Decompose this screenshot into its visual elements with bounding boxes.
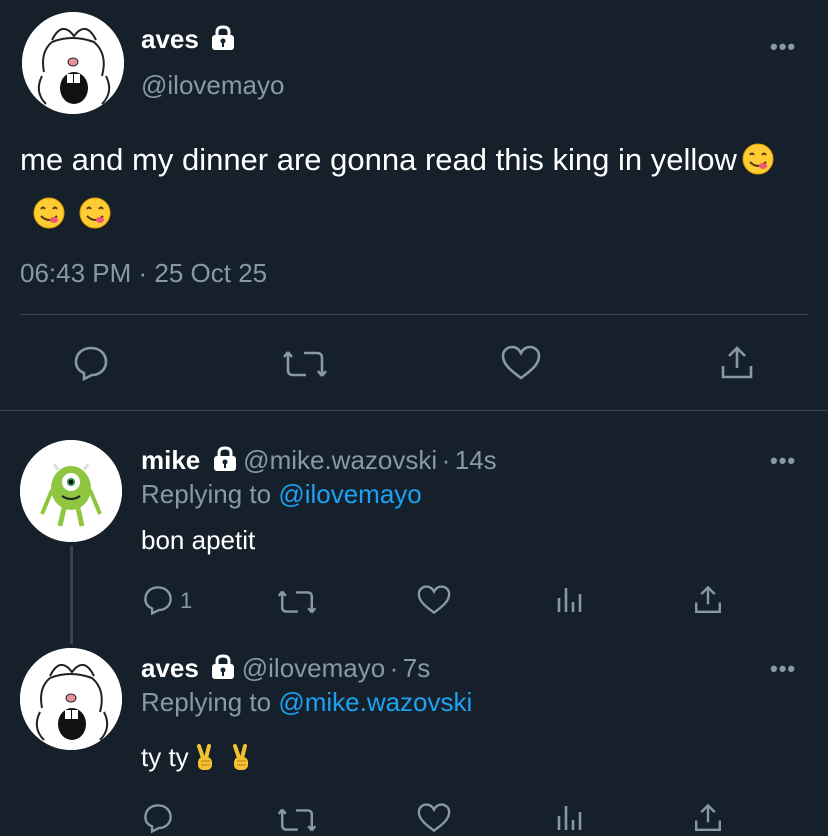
main-tweet-text: me and my dinner are gonna read this kin… <box>20 136 810 244</box>
reply-2-header: aves @ilovemayo · 7s <box>141 653 430 685</box>
tweet-timestamp[interactable]: 06:43 PM · 25 Oct 25 <box>20 258 267 289</box>
share-icon[interactable] <box>692 802 724 834</box>
replying-to-label: Replying to <box>141 479 279 509</box>
more-options-icon[interactable]: ••• <box>770 656 796 682</box>
section-divider <box>0 410 828 411</box>
replying-to-line: Replying to @mike.wazovski <box>141 687 472 718</box>
like-heart-icon[interactable] <box>416 802 452 834</box>
like-heart-icon[interactable] <box>416 584 452 616</box>
lock-icon <box>209 25 237 56</box>
smiling-face-savoring-food-emoji <box>741 142 775 190</box>
victory-hand-emoji <box>229 744 253 779</box>
avatar-aves[interactable] <box>22 12 124 114</box>
separator-dot: · <box>441 445 451 475</box>
author-handle[interactable]: @ilovemayo <box>242 653 385 683</box>
share-icon[interactable] <box>718 344 756 382</box>
smiling-face-savoring-food-emoji <box>78 196 112 244</box>
author-handle[interactable]: @mike.wazovski <box>243 445 437 475</box>
retweet-icon[interactable] <box>282 348 328 380</box>
reply-2-text-line: ty ty <box>141 742 253 779</box>
separator-dot: · <box>389 653 399 683</box>
analytics-icon[interactable] <box>555 802 583 832</box>
reply-1-header: mike @mike.wazovski · 14s <box>141 445 497 477</box>
reply-count: 1 <box>180 588 193 613</box>
author-name[interactable]: aves <box>141 24 199 54</box>
mention-link[interactable]: @mike.wazovski <box>278 687 472 717</box>
reply-2-text: ty ty <box>141 742 189 772</box>
replying-to-label: Replying to <box>141 687 279 717</box>
share-icon[interactable] <box>692 584 724 616</box>
victory-hand-emoji <box>193 744 217 779</box>
like-heart-icon[interactable] <box>500 344 542 382</box>
reply-icon[interactable] <box>142 802 174 834</box>
mention-link[interactable]: @ilovemayo <box>278 479 421 509</box>
divider <box>20 314 808 315</box>
author-handle[interactable]: @ilovemayo <box>141 70 284 101</box>
retweet-icon[interactable] <box>277 588 317 616</box>
main-tweet-author: aves <box>141 24 237 56</box>
author-name[interactable]: aves <box>141 653 199 683</box>
replying-to-line: Replying to @ilovemayo <box>141 479 422 510</box>
avatar-aves[interactable] <box>20 648 122 750</box>
tweet-body: me and my dinner are gonna read this kin… <box>20 142 737 177</box>
lock-icon <box>211 446 239 477</box>
more-options-icon[interactable]: ••• <box>770 448 796 474</box>
analytics-icon[interactable] <box>555 584 583 614</box>
reply-time[interactable]: 14s <box>455 445 497 475</box>
reply-time[interactable]: 7s <box>403 653 430 683</box>
reply-icon[interactable] <box>142 584 174 616</box>
reply-icon[interactable] <box>72 344 110 382</box>
retweet-icon[interactable] <box>277 806 317 834</box>
avatar-mike[interactable] <box>20 440 122 542</box>
smiling-face-savoring-food-emoji <box>32 196 66 244</box>
more-options-icon[interactable]: ••• <box>770 34 796 60</box>
thread-line <box>70 546 73 644</box>
author-name[interactable]: mike <box>141 445 200 475</box>
reply-1-text: bon apetit <box>141 525 256 555</box>
lock-icon <box>209 654 237 685</box>
